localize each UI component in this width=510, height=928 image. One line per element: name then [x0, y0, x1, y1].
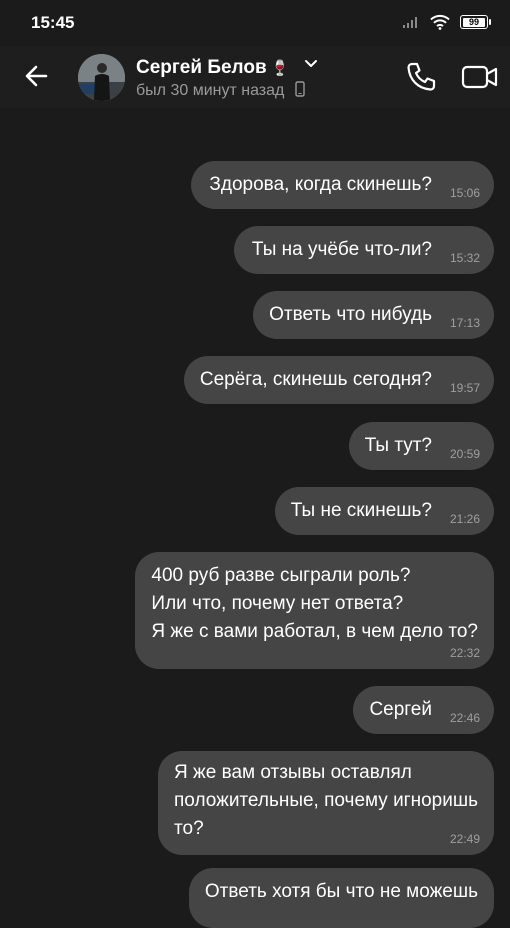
last-seen-text: был 30 минут назад [136, 82, 285, 99]
contact-name-text: Сергей Белов [136, 57, 267, 78]
message-time: 20:59 [449, 447, 480, 461]
message-text: Ты на учёбе что-ли? [251, 239, 432, 260]
message-text: Сергей [369, 699, 432, 720]
video-call-button[interactable] [460, 59, 500, 95]
message-time: 21:26 [449, 512, 480, 526]
message-bubble[interactable]: Ты не скинешь? 21:26 [274, 487, 494, 535]
contact-status: был 30 минут назад [136, 81, 305, 100]
message-time: 22:46 [449, 711, 480, 725]
message-time: 17:13 [449, 316, 480, 330]
back-button[interactable] [20, 58, 56, 94]
status-bar: 15:45 99 [0, 0, 510, 46]
message-text: Здорова, когда скинешь? [209, 174, 432, 195]
message-bubble[interactable]: Я же вам отзывы оставлял положительные, … [158, 751, 494, 855]
avatar[interactable] [78, 54, 125, 101]
battery-icon: 99 [460, 15, 491, 29]
message-text-line: 400 руб разве сыграли роль? [151, 565, 411, 586]
message-text-line: Я же с вами работал, в чем дело то? [151, 621, 478, 642]
arrow-left-icon [25, 65, 48, 87]
message-text-line: то? [174, 818, 204, 839]
message-time: 22:49 [449, 832, 480, 846]
message-time: 22:32 [449, 646, 480, 660]
message-time: 15:06 [449, 186, 480, 200]
avatar-photo [78, 54, 125, 101]
message-bubble[interactable]: Ответь хотя бы что не можешь [188, 868, 494, 928]
mobile-device-icon [295, 81, 305, 97]
message-bubble[interactable]: Ты тут? 20:59 [348, 422, 494, 470]
message-bubble[interactable]: Серёга, скинешь сегодня? 19:57 [183, 356, 494, 404]
message-text-line: Я же вам отзывы оставлял [174, 762, 412, 783]
signal-icon [403, 17, 417, 28]
message-text: Ты не скинешь? [290, 500, 432, 521]
status-icons: 99 [402, 14, 491, 30]
message-time: 15:32 [449, 251, 480, 265]
message-text: Ты тут? [364, 435, 432, 456]
message-text: Ответь хотя бы что не можешь [204, 881, 478, 902]
message-bubble[interactable]: Сергей 22:46 [353, 686, 494, 734]
call-button[interactable] [403, 59, 439, 95]
phone-icon [407, 62, 436, 91]
video-camera-icon [461, 65, 498, 89]
message-bubble[interactable]: 400 руб разве сыграли роль? Или что, поч… [135, 552, 494, 669]
chevron-down-icon[interactable] [303, 56, 319, 70]
message-text-line: Или что, почему нет ответа? [151, 593, 404, 614]
message-bubble[interactable]: Ты на учёбе что-ли? 15:32 [233, 226, 494, 274]
contact-name[interactable]: Сергей Белов 🍷 [136, 57, 289, 79]
message-text: Ответь что нибудь [269, 304, 432, 325]
message-list[interactable]: Здорова, когда скинешь? 15:06 Ты на учёб… [0, 108, 510, 928]
wifi-icon [430, 14, 450, 30]
chat-header: Сергей Белов 🍷 был 30 минут назад [0, 46, 510, 108]
status-time: 15:45 [31, 13, 75, 32]
wine-glass-emoji: 🍷 [270, 60, 290, 77]
message-text: Серёга, скинешь сегодня? [199, 369, 432, 390]
message-time: 19:57 [449, 381, 480, 395]
battery-level: 99 [463, 17, 485, 27]
message-bubble[interactable]: Ответь что нибудь 17:13 [253, 291, 494, 339]
message-text-line: положительные, почему игноришь [174, 790, 478, 811]
message-bubble[interactable]: Здорова, когда скинешь? 15:06 [191, 161, 494, 209]
